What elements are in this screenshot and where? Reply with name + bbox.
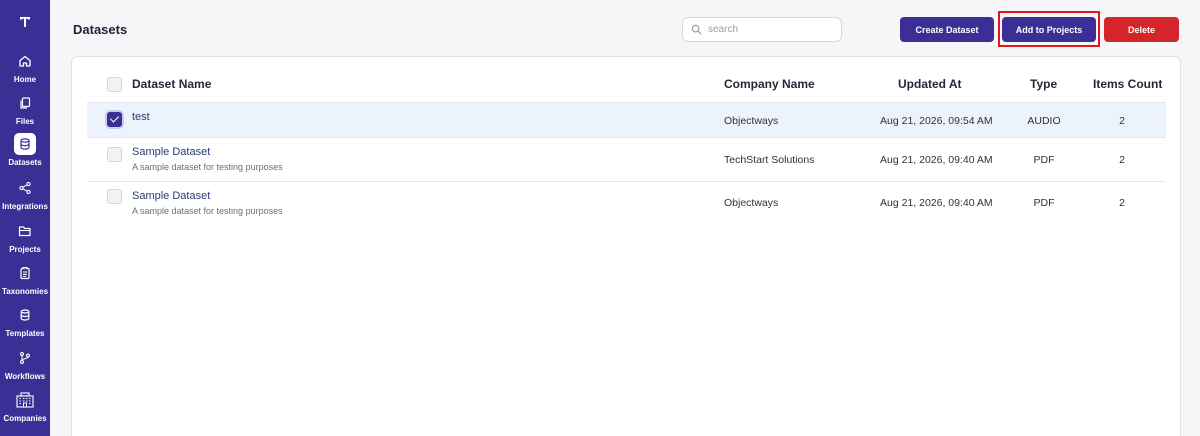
column-header-updated-at[interactable]: Updated At [898,77,962,91]
sidebar-item-label: Files [15,117,35,126]
search-icon [691,24,702,35]
company-name: Objectways [724,115,779,127]
row-checkbox[interactable] [107,112,122,127]
share-icon [14,177,36,199]
sidebar-item-datasets[interactable]: Datasets [0,133,50,171]
search-input[interactable] [708,24,828,35]
sidebar-item-integrations[interactable]: Integrations [0,177,50,215]
add-to-projects-button[interactable]: Add to Projects [1002,17,1096,42]
dataset-name-link[interactable]: Sample Dataset [132,190,210,202]
files-icon [14,92,36,114]
company-name: TechStart Solutions [724,154,815,166]
table-header: Dataset Name Company Name Updated At Typ… [87,65,1166,103]
sidebar: Home Files Datasets Integrations Project… [0,0,50,436]
sidebar-item-label: Companies [3,414,47,423]
search-box[interactable] [682,17,842,42]
row-checkbox[interactable] [107,147,122,162]
sidebar-item-label: Workflows [4,372,46,381]
dataset-name-link[interactable]: test [132,111,150,123]
dataset-type: PDF [1033,197,1055,209]
column-header-company-name[interactable]: Company Name [724,77,815,91]
sidebar-item-files[interactable]: Files [0,92,50,130]
updated-at: Aug 21, 2026, 09:54 AM [880,115,993,127]
table-row[interactable]: test Objectways Aug 21, 2026, 09:54 AM A… [87,102,1166,137]
dataset-name-link[interactable]: Sample Dataset [132,146,210,158]
delete-button[interactable]: Delete [1104,17,1179,42]
table-row[interactable]: Sample Dataset A sample dataset for test… [87,181,1166,225]
stack-icon [14,304,36,326]
app-logo[interactable] [0,10,50,34]
updated-at: Aug 21, 2026, 09:40 AM [880,154,993,166]
column-header-dataset-name[interactable]: Dataset Name [132,77,211,91]
dataset-description: A sample dataset for testing purposes [132,162,283,172]
items-count: 2 [1119,115,1125,127]
sidebar-item-label: Integrations [2,202,48,211]
home-icon [14,50,36,72]
sidebar-item-projects[interactable]: Projects [0,220,50,258]
sidebar-item-label: Taxonomies [1,287,49,296]
sidebar-item-label: Home [13,75,37,84]
items-count: 2 [1119,197,1125,209]
sidebar-item-label: Datasets [8,158,42,167]
logo-icon [20,17,30,27]
table-row[interactable]: Sample Dataset A sample dataset for test… [87,137,1166,181]
sidebar-item-home[interactable]: Home [0,50,50,88]
database-icon [14,133,36,155]
row-checkbox[interactable] [107,189,122,204]
updated-at: Aug 21, 2026, 09:40 AM [880,197,993,209]
page-title: Datasets [73,22,128,37]
sidebar-item-label: Templates [5,329,45,338]
dataset-type: PDF [1033,154,1055,166]
select-all-checkbox[interactable] [107,77,122,92]
column-header-items-count[interactable]: Items Count [1093,77,1162,91]
sidebar-item-companies[interactable]: Companies [0,389,50,427]
sidebar-item-label: Projects [9,245,41,254]
sidebar-item-taxonomies[interactable]: Taxonomies [0,262,50,300]
dataset-description: A sample dataset for testing purposes [132,206,283,216]
sidebar-item-workflows[interactable]: Workflows [0,347,50,385]
column-header-type[interactable]: Type [1030,77,1057,91]
building-icon [14,389,36,411]
dataset-type: AUDIO [1027,115,1061,127]
git-branch-icon [14,347,36,369]
sidebar-item-templates[interactable]: Templates [0,304,50,342]
clipboard-icon [14,262,36,284]
items-count: 2 [1119,154,1125,166]
datasets-table: Dataset Name Company Name Updated At Typ… [71,56,1181,436]
create-dataset-button[interactable]: Create Dataset [900,17,994,42]
company-name: Objectways [724,197,779,209]
folder-icon [14,220,36,242]
